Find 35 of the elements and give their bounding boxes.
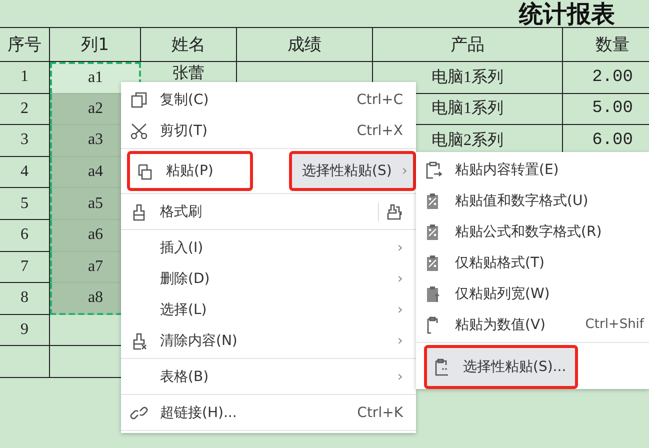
submenu-arrow: ›: [402, 163, 408, 179]
menu-item[interactable]: 粘贴(P): [127, 151, 253, 191]
column-header: 序号: [0, 28, 50, 62]
table-cell: 9: [0, 314, 50, 346]
submenu-arrow: ›: [397, 368, 403, 384]
scissors-icon: [130, 122, 148, 140]
menu-item[interactable]: 格式刷: [121, 196, 416, 227]
menu-item[interactable]: 清除内容(N) ›: [121, 325, 416, 356]
menu-item[interactable]: 超链接(H)... Ctrl+K: [121, 397, 416, 428]
menu-item[interactable]: 选择性粘贴(S) ›: [289, 151, 416, 191]
column-header: 姓名: [141, 28, 237, 62]
menu-item[interactable]: 仅粘贴格式(T): [416, 247, 649, 278]
table-cell: a1: [50, 62, 141, 94]
submenu-arrow: ›: [397, 240, 403, 256]
clipboard-icon: [136, 162, 154, 180]
submenu-arrow: ›: [397, 302, 403, 318]
menu-item[interactable]: 表格(B) ›: [121, 361, 416, 392]
menu-item[interactable]: 选择性粘贴(S)...: [424, 345, 578, 389]
table-cell: 2.00: [563, 62, 649, 94]
menu-item[interactable]: 仅粘贴列宽(W): [416, 278, 649, 309]
table-cell: 5.00: [563, 94, 649, 126]
submenu-arrow: ›: [397, 270, 403, 286]
menu-item[interactable]: 粘贴内容转置(E): [416, 154, 649, 185]
column-header: 产品: [373, 28, 563, 62]
submenu-arrow: ›: [397, 332, 403, 348]
sheet-title: 统计报表: [519, 0, 615, 27]
clipboard-icon: [425, 160, 443, 178]
column-header: 成绩: [237, 28, 373, 62]
column-header: 数量: [563, 28, 649, 62]
clipboard-icon: [433, 358, 451, 376]
copy-icon: [130, 90, 148, 108]
menu-item[interactable]: 粘贴公式和数字格式(R): [416, 216, 649, 247]
menu-item[interactable]: 粘贴为数值(V) Ctrl+Shif: [416, 309, 649, 340]
brush-icon: [385, 202, 403, 220]
menu-item[interactable]: 粘贴值和数字格式(U): [416, 185, 649, 216]
